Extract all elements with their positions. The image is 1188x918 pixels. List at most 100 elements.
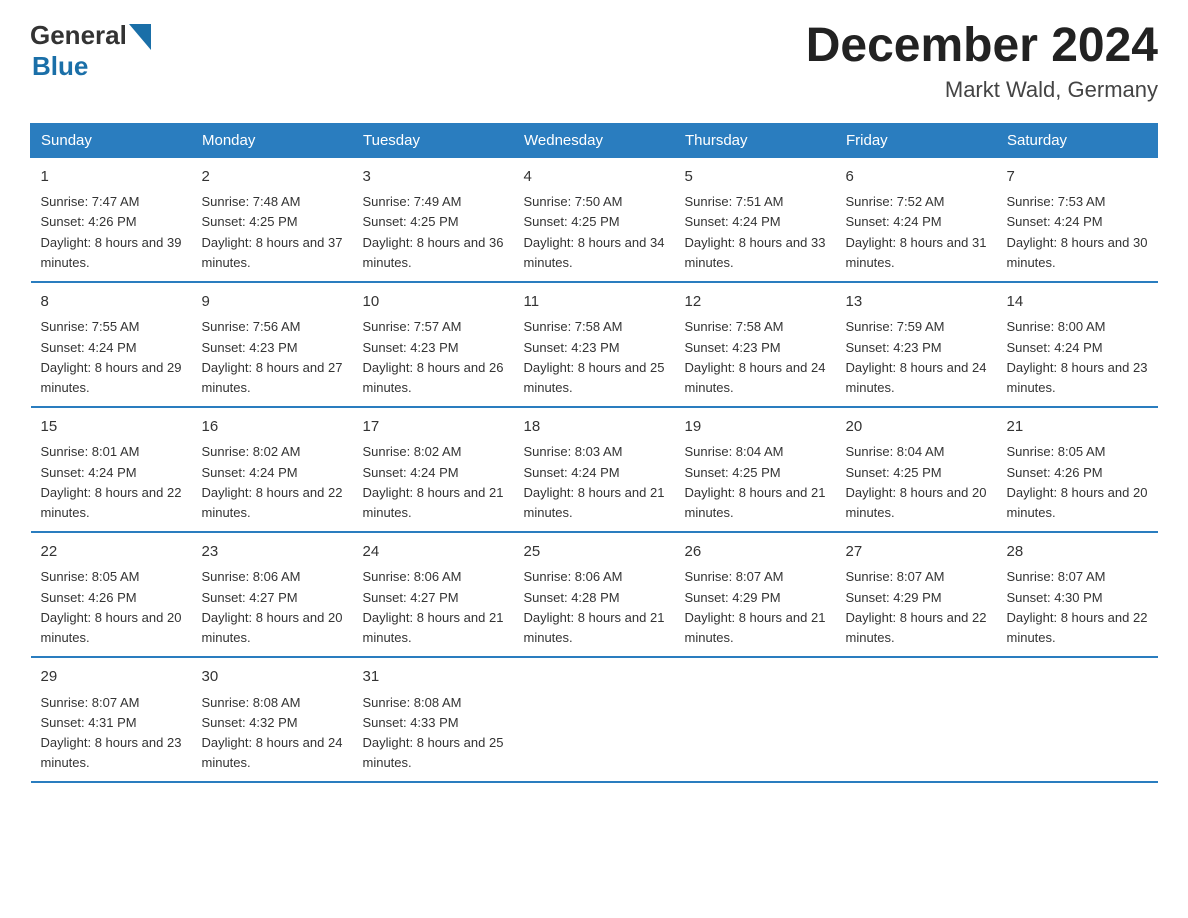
header-row: SundayMondayTuesdayWednesdayThursdayFrid… (31, 123, 1158, 157)
day-cell: 26 Sunrise: 8:07 AMSunset: 4:29 PMDayligh… (675, 532, 836, 657)
day-info: Sunrise: 8:06 AMSunset: 4:28 PMDaylight:… (524, 569, 665, 644)
day-number: 30 (202, 666, 343, 689)
day-number: 19 (685, 416, 826, 439)
week-row-1: 1 Sunrise: 7:47 AMSunset: 4:26 PMDaylight… (31, 157, 1158, 282)
day-cell: 13Sunrise: 7:59 AMSunset: 4:23 PMDayligh… (836, 282, 997, 407)
logo-triangle-icon (129, 24, 151, 50)
day-number: 21 (1007, 416, 1148, 439)
location: Markt Wald, Germany (806, 77, 1158, 103)
day-info: Sunrise: 8:07 AMSunset: 4:31 PMDaylight:… (41, 695, 182, 770)
logo: General Blue (30, 20, 151, 82)
calendar-header: SundayMondayTuesdayWednesdayThursdayFrid… (31, 123, 1158, 157)
month-title: December 2024 (806, 20, 1158, 73)
day-number: 11 (524, 291, 665, 314)
day-cell: 6Sunrise: 7:52 AMSunset: 4:24 PMDaylight… (836, 157, 997, 282)
day-info: Sunrise: 7:51 AMSunset: 4:24 PMDaylight:… (685, 194, 826, 269)
day-cell: 1 Sunrise: 7:47 AMSunset: 4:26 PMDaylight… (31, 157, 192, 282)
day-number: 18 (524, 416, 665, 439)
day-cell: 22 Sunrise: 8:05 AMSunset: 4:26 PMDayligh… (31, 532, 192, 657)
day-cell: 18 Sunrise: 8:03 AMSunset: 4:24 PMDayligh… (514, 407, 675, 532)
day-info: Sunrise: 7:50 AMSunset: 4:25 PMDaylight:… (524, 194, 665, 269)
day-info: Sunrise: 8:04 AMSunset: 4:25 PMDaylight:… (846, 444, 987, 519)
day-info: Sunrise: 8:05 AMSunset: 4:26 PMDaylight:… (1007, 444, 1148, 519)
day-cell: 14Sunrise: 8:00 AMSunset: 4:24 PMDayligh… (997, 282, 1158, 407)
day-info: Sunrise: 8:00 AMSunset: 4:24 PMDaylight:… (1007, 319, 1148, 394)
day-number: 27 (846, 541, 987, 564)
day-info: Sunrise: 8:07 AMSunset: 4:29 PMDaylight:… (685, 569, 826, 644)
day-number: 3 (363, 166, 504, 189)
page-header: General Blue December 2024 Markt Wald, G… (30, 20, 1158, 103)
day-info: Sunrise: 7:58 AMSunset: 4:23 PMDaylight:… (685, 319, 826, 394)
day-cell: 12Sunrise: 7:58 AMSunset: 4:23 PMDayligh… (675, 282, 836, 407)
day-info: Sunrise: 7:58 AMSunset: 4:23 PMDaylight:… (524, 319, 665, 394)
week-row-5: 29 Sunrise: 8:07 AMSunset: 4:31 PMDayligh… (31, 657, 1158, 782)
day-cell: 16 Sunrise: 8:02 AMSunset: 4:24 PMDayligh… (192, 407, 353, 532)
day-info: Sunrise: 8:07 AMSunset: 4:29 PMDaylight:… (846, 569, 987, 644)
day-info: Sunrise: 7:56 AMSunset: 4:23 PMDaylight:… (202, 319, 343, 394)
day-info: Sunrise: 8:02 AMSunset: 4:24 PMDaylight:… (202, 444, 343, 519)
day-info: Sunrise: 7:55 AMSunset: 4:24 PMDaylight:… (41, 319, 182, 394)
day-info: Sunrise: 7:53 AMSunset: 4:24 PMDaylight:… (1007, 194, 1148, 269)
day-number: 29 (41, 666, 182, 689)
day-info: Sunrise: 8:07 AMSunset: 4:30 PMDaylight:… (1007, 569, 1148, 644)
calendar-table: SundayMondayTuesdayWednesdayThursdayFrid… (30, 123, 1158, 783)
day-number: 4 (524, 166, 665, 189)
day-info: Sunrise: 7:47 AMSunset: 4:26 PMDaylight:… (41, 194, 182, 269)
day-number: 26 (685, 541, 826, 564)
day-number: 23 (202, 541, 343, 564)
week-row-3: 15Sunrise: 8:01 AMSunset: 4:24 PMDayligh… (31, 407, 1158, 532)
day-cell: 7Sunrise: 7:53 AMSunset: 4:24 PMDaylight… (997, 157, 1158, 282)
day-info: Sunrise: 7:48 AMSunset: 4:25 PMDaylight:… (202, 194, 343, 269)
day-cell: 10Sunrise: 7:57 AMSunset: 4:23 PMDayligh… (353, 282, 514, 407)
logo-text-blue: Blue (32, 51, 88, 81)
day-info: Sunrise: 8:01 AMSunset: 4:24 PMDaylight:… (41, 444, 182, 519)
day-cell (675, 657, 836, 782)
day-cell: 15Sunrise: 8:01 AMSunset: 4:24 PMDayligh… (31, 407, 192, 532)
day-number: 24 (363, 541, 504, 564)
title-block: December 2024 Markt Wald, Germany (806, 20, 1158, 103)
header-cell-saturday: Saturday (997, 123, 1158, 157)
header-cell-friday: Friday (836, 123, 997, 157)
calendar-body: 1 Sunrise: 7:47 AMSunset: 4:26 PMDaylight… (31, 157, 1158, 782)
day-info: Sunrise: 8:04 AMSunset: 4:25 PMDaylight:… (685, 444, 826, 519)
day-number: 25 (524, 541, 665, 564)
day-info: Sunrise: 7:57 AMSunset: 4:23 PMDaylight:… (363, 319, 504, 394)
day-cell: 25 Sunrise: 8:06 AMSunset: 4:28 PMDayligh… (514, 532, 675, 657)
day-cell: 4 Sunrise: 7:50 AMSunset: 4:25 PMDaylight… (514, 157, 675, 282)
day-number: 28 (1007, 541, 1148, 564)
day-info: Sunrise: 8:02 AMSunset: 4:24 PMDaylight:… (363, 444, 504, 519)
day-number: 9 (202, 291, 343, 314)
day-info: Sunrise: 8:05 AMSunset: 4:26 PMDaylight:… (41, 569, 182, 644)
day-number: 1 (41, 166, 182, 189)
day-info: Sunrise: 8:08 AMSunset: 4:33 PMDaylight:… (363, 695, 504, 770)
week-row-4: 22 Sunrise: 8:05 AMSunset: 4:26 PMDayligh… (31, 532, 1158, 657)
day-info: Sunrise: 8:03 AMSunset: 4:24 PMDaylight:… (524, 444, 665, 519)
day-cell (997, 657, 1158, 782)
day-cell: 20Sunrise: 8:04 AMSunset: 4:25 PMDayligh… (836, 407, 997, 532)
day-cell: 21 Sunrise: 8:05 AMSunset: 4:26 PMDayligh… (997, 407, 1158, 532)
day-cell: 27 Sunrise: 8:07 AMSunset: 4:29 PMDayligh… (836, 532, 997, 657)
day-cell: 23 Sunrise: 8:06 AMSunset: 4:27 PMDayligh… (192, 532, 353, 657)
logo-text-general: General (30, 20, 127, 51)
day-info: Sunrise: 7:49 AMSunset: 4:25 PMDaylight:… (363, 194, 504, 269)
day-number: 22 (41, 541, 182, 564)
day-info: Sunrise: 8:06 AMSunset: 4:27 PMDaylight:… (202, 569, 343, 644)
day-cell: 31 Sunrise: 8:08 AMSunset: 4:33 PMDayligh… (353, 657, 514, 782)
day-number: 13 (846, 291, 987, 314)
day-cell: 17Sunrise: 8:02 AMSunset: 4:24 PMDayligh… (353, 407, 514, 532)
day-cell: 2Sunrise: 7:48 AMSunset: 4:25 PMDaylight… (192, 157, 353, 282)
day-number: 31 (363, 666, 504, 689)
day-cell: 11 Sunrise: 7:58 AMSunset: 4:23 PMDayligh… (514, 282, 675, 407)
header-cell-monday: Monday (192, 123, 353, 157)
day-cell (514, 657, 675, 782)
day-number: 16 (202, 416, 343, 439)
header-cell-wednesday: Wednesday (514, 123, 675, 157)
day-cell: 3 Sunrise: 7:49 AMSunset: 4:25 PMDaylight… (353, 157, 514, 282)
day-cell: 9 Sunrise: 7:56 AMSunset: 4:23 PMDaylight… (192, 282, 353, 407)
day-cell: 5Sunrise: 7:51 AMSunset: 4:24 PMDaylight… (675, 157, 836, 282)
header-cell-sunday: Sunday (31, 123, 192, 157)
day-number: 8 (41, 291, 182, 314)
day-cell (836, 657, 997, 782)
day-cell: 24Sunrise: 8:06 AMSunset: 4:27 PMDayligh… (353, 532, 514, 657)
day-info: Sunrise: 8:08 AMSunset: 4:32 PMDaylight:… (202, 695, 343, 770)
